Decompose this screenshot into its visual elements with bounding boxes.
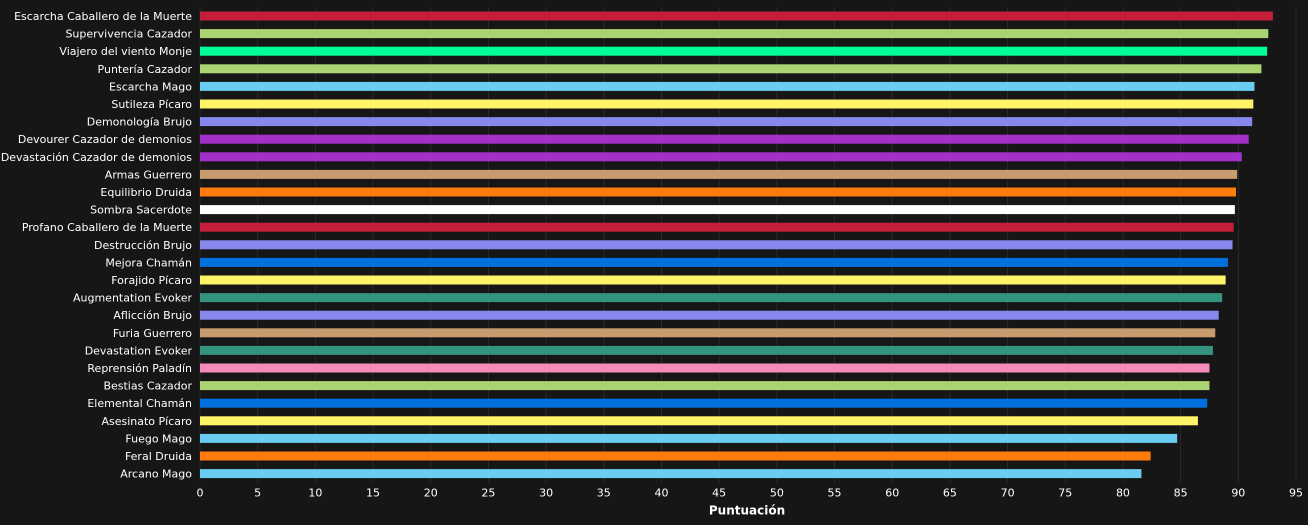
category-label: Viajero del viento Monje	[59, 45, 192, 58]
category-label: Escarcha Caballero de la Muerte	[14, 10, 192, 23]
category-label: Bestias Cazador	[103, 380, 192, 393]
bar[interactable]	[200, 293, 1223, 303]
bar[interactable]	[200, 152, 1242, 162]
category-label: Destrucción Brujo	[94, 239, 192, 252]
x-tick-label: 5	[254, 487, 261, 500]
bar[interactable]	[200, 381, 1210, 391]
bar[interactable]	[200, 363, 1210, 373]
category-label: Feral Druida	[125, 450, 192, 463]
x-tick-label: 30	[539, 487, 553, 500]
category-label: Profano Caballero de la Muerte	[22, 221, 192, 234]
category-label: Armas Guerrero	[105, 168, 192, 181]
x-axis-title: Puntuación	[709, 504, 785, 518]
bar[interactable]	[200, 169, 1238, 179]
category-label: Sutileza Pícaro	[111, 98, 192, 111]
category-label: Sombra Sacerdote	[90, 204, 192, 217]
bar[interactable]	[200, 64, 1262, 74]
x-tick-label: 70	[1001, 487, 1015, 500]
bar[interactable]	[200, 187, 1237, 197]
x-tick-label: 40	[654, 487, 668, 500]
category-label: Supervivencia Cazador	[65, 28, 192, 41]
bar[interactable]	[200, 257, 1228, 267]
x-tick-label: 10	[308, 487, 322, 500]
category-label: Arcano Mago	[120, 468, 192, 481]
category-label: Devourer Cazador de demonios	[18, 133, 192, 146]
x-tick-label: 35	[597, 487, 611, 500]
bar[interactable]	[200, 469, 1142, 479]
bar[interactable]	[200, 205, 1235, 215]
bar[interactable]	[200, 99, 1254, 109]
x-tick-label: 55	[828, 487, 842, 500]
x-tick-label: 20	[424, 487, 438, 500]
x-tick-label: 0	[197, 487, 204, 500]
bar[interactable]	[200, 81, 1255, 91]
category-label: Mejora Chamán	[105, 256, 192, 269]
bar[interactable]	[200, 416, 1198, 426]
category-labels: Escarcha Caballero de la Muerte Supervive…	[1, 10, 193, 481]
x-tick-label: 60	[885, 487, 899, 500]
category-label: Asesinato Pícaro	[101, 415, 192, 428]
x-tick-labels: 0 5 10 15 20 25 30 35 40 45 50 55 60 65 70 75 80 85 90 95	[197, 487, 1304, 500]
x-tick-label: 85	[1174, 487, 1188, 500]
bar[interactable]	[200, 328, 1216, 338]
bar[interactable]	[200, 46, 1268, 56]
x-tick-label: 80	[1116, 487, 1130, 500]
x-tick-label: 15	[366, 487, 380, 500]
bar[interactable]	[200, 222, 1234, 232]
category-label: Equilibrio Druida	[100, 186, 192, 199]
category-label: Forajido Pícaro	[111, 274, 192, 287]
category-label: Puntería Cazador	[98, 63, 193, 76]
bar[interactable]	[200, 29, 1269, 39]
category-label: Demonología Brujo	[87, 116, 193, 129]
x-tick-label: 65	[943, 487, 957, 500]
bar[interactable]	[200, 275, 1226, 285]
bar[interactable]	[200, 345, 1213, 355]
category-label: Devastación Cazador de demonios	[1, 151, 192, 164]
category-label: Elemental Chamán	[87, 397, 192, 410]
bar[interactable]	[200, 398, 1208, 408]
category-label: Aflicción Brujo	[113, 309, 192, 322]
bar[interactable]	[200, 433, 1178, 443]
bar[interactable]	[200, 134, 1249, 144]
category-label: Furia Guerrero	[113, 327, 192, 340]
bar[interactable]	[200, 11, 1273, 21]
x-tick-label: 90	[1231, 487, 1245, 500]
bar[interactable]	[200, 310, 1219, 320]
bar[interactable]	[200, 240, 1233, 250]
x-tick-label: 75	[1058, 487, 1072, 500]
bar[interactable]	[200, 451, 1151, 461]
category-label: Reprensión Paladín	[87, 362, 192, 375]
x-tick-label: 50	[770, 487, 784, 500]
x-tick-label: 25	[481, 487, 495, 500]
x-tick-label: 95	[1289, 487, 1303, 500]
category-label: Fuego Mago	[125, 432, 192, 445]
x-tick-label: 45	[712, 487, 726, 500]
category-label: Augmentation Evoker	[73, 292, 192, 305]
category-label: Devastation Evoker	[85, 344, 193, 357]
bar[interactable]	[200, 117, 1253, 127]
category-label: Escarcha Mago	[109, 80, 192, 93]
bars	[200, 11, 1273, 479]
bar-chart: Escarcha Caballero de la Muerte Supervive…	[1, 7, 1304, 518]
